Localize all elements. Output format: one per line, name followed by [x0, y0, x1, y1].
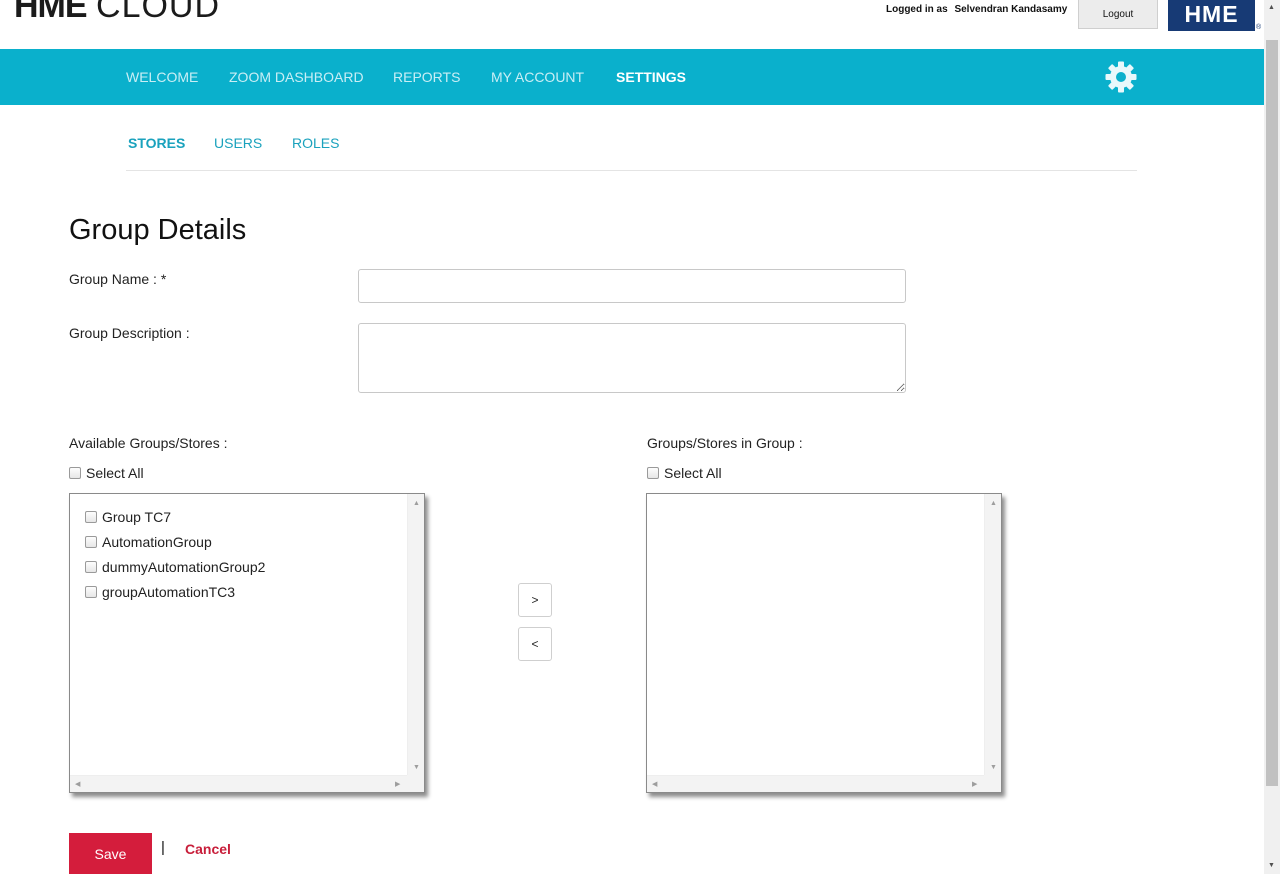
scroll-down-arrow-icon[interactable]: ▼	[990, 764, 997, 771]
add-to-group-button[interactable]: >	[518, 583, 552, 617]
scroll-up-arrow-icon[interactable]: ▲	[990, 500, 997, 507]
in-group-vertical-scrollbar[interactable]: ▲ ▼	[984, 494, 1001, 777]
main-nav-bar: WELCOME ZOOM DASHBOARD REPORTS MY ACCOUN…	[0, 49, 1264, 105]
logged-in-label: Logged in as	[886, 4, 948, 15]
nav-item-zoom-dashboard[interactable]: ZOOM DASHBOARD	[229, 69, 364, 85]
scroll-right-arrow-icon[interactable]: ▶	[972, 781, 977, 788]
in-group-select-all-label: Select All	[664, 465, 722, 481]
available-groups-label: Available Groups/Stores :	[69, 435, 228, 451]
available-items-list: Group TC7 AutomationGroup dummyAutomatio…	[85, 504, 265, 604]
available-groups-listbox[interactable]: Group TC7 AutomationGroup dummyAutomatio…	[69, 493, 425, 793]
in-group-horizontal-scrollbar[interactable]: ◀ ▶	[647, 775, 985, 792]
list-item[interactable]: Group TC7	[85, 504, 265, 529]
item-label: groupAutomationTC3	[102, 583, 236, 600]
scroll-left-arrow-icon[interactable]: ◀	[75, 781, 80, 788]
page-scroll-down-icon[interactable]: ▼	[1268, 862, 1275, 869]
logo-light-text: CLOUD	[96, 0, 221, 23]
group-name-label: Group Name : *	[69, 271, 167, 287]
item-label: AutomationGroup	[102, 533, 212, 550]
hme-cloud-logo[interactable]: HME CLOUD	[14, 0, 220, 23]
tab-users[interactable]: USERS	[214, 135, 262, 151]
list-item[interactable]: AutomationGroup	[85, 529, 265, 554]
logout-button[interactable]: Logout	[1078, 0, 1158, 29]
list-item[interactable]: groupAutomationTC3	[85, 579, 265, 604]
gear-icon[interactable]	[1104, 60, 1138, 94]
scrollbar-corner	[984, 775, 1001, 792]
page-scroll-thumb[interactable]	[1266, 40, 1278, 786]
item-checkbox[interactable]	[85, 560, 97, 573]
item-checkbox[interactable]	[85, 510, 97, 523]
user-name: Selvendran Kandasamy	[954, 4, 1068, 15]
item-checkbox[interactable]	[85, 535, 97, 548]
nav-item-reports[interactable]: REPORTS	[393, 69, 460, 85]
item-label: Group TC7	[102, 508, 171, 525]
nav-item-my-account[interactable]: MY ACCOUNT	[491, 69, 584, 85]
group-description-textarea[interactable]	[358, 323, 906, 393]
group-name-input[interactable]	[358, 269, 906, 303]
nav-item-welcome[interactable]: WELCOME	[126, 69, 198, 85]
list-item[interactable]: dummyAutomationGroup2	[85, 554, 265, 579]
tab-roles[interactable]: ROLES	[292, 135, 339, 151]
groups-in-group-label: Groups/Stores in Group :	[647, 435, 803, 451]
logo-bold-text: HME	[14, 0, 88, 23]
scroll-down-arrow-icon[interactable]: ▼	[413, 764, 420, 771]
remove-from-group-button[interactable]: <	[518, 627, 552, 661]
in-group-select-all[interactable]: Select All	[647, 465, 722, 481]
registered-mark: ®	[1256, 24, 1262, 31]
page-scroll-up-icon[interactable]: ▲	[1268, 4, 1275, 11]
in-group-select-all-checkbox[interactable]	[647, 467, 659, 479]
save-button[interactable]: Save	[69, 833, 152, 874]
group-description-label: Group Description :	[69, 325, 190, 341]
hme-brand-logo[interactable]: HME	[1168, 0, 1255, 31]
scroll-up-arrow-icon[interactable]: ▲	[413, 500, 420, 507]
available-select-all-label: Select All	[86, 465, 144, 481]
available-horizontal-scrollbar[interactable]: ◀ ▶	[70, 775, 408, 792]
available-vertical-scrollbar[interactable]: ▲ ▼	[407, 494, 424, 777]
item-checkbox[interactable]	[85, 585, 97, 598]
tab-stores[interactable]: STORES	[128, 135, 185, 151]
cancel-link[interactable]: Cancel	[185, 841, 231, 857]
item-label: dummyAutomationGroup2	[102, 558, 266, 575]
subtab-divider	[126, 170, 1137, 171]
available-select-all-checkbox[interactable]	[69, 467, 81, 479]
scroll-left-arrow-icon[interactable]: ◀	[652, 781, 657, 788]
available-select-all[interactable]: Select All	[69, 465, 144, 481]
scroll-right-arrow-icon[interactable]: ▶	[395, 781, 400, 788]
page-title: Group Details	[69, 214, 247, 246]
footer-separator: |	[161, 839, 165, 856]
nav-item-settings[interactable]: SETTINGS	[616, 69, 686, 85]
login-info: Logged in as Selvendran Kandasamy	[886, 4, 1067, 15]
groups-in-group-listbox[interactable]: ▲ ▼ ◀ ▶	[646, 493, 1002, 793]
scrollbar-corner	[407, 775, 424, 792]
